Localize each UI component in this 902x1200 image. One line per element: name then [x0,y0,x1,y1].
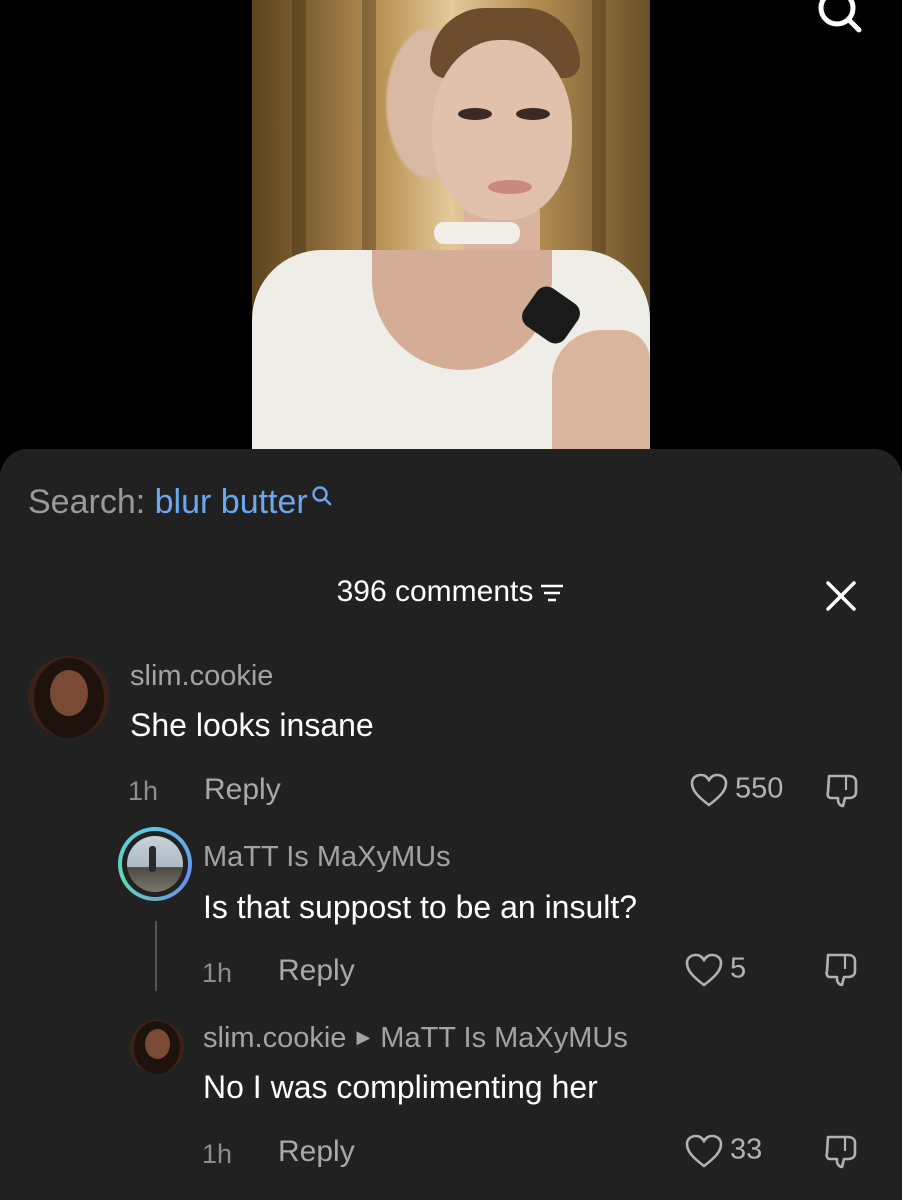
thread-line [155,921,157,991]
comment-text: No I was complimenting her [203,1069,598,1105]
avatar-face [50,670,88,716]
like-button[interactable]: 33 [684,1133,762,1169]
comments-header[interactable]: 396 comments [0,575,902,609]
search-label: Search: [28,483,146,521]
filter-lines-icon[interactable] [539,582,565,604]
like-count: 550 [735,772,784,805]
close-icon[interactable] [822,577,860,615]
video-figure-lips [488,180,532,194]
avatar[interactable] [118,827,192,901]
comment-author[interactable]: slim.cookie [203,1022,346,1054]
reply-arrow-icon: ▶ [356,1027,371,1047]
comment-time: 1h [202,1139,233,1169]
like-count: 33 [730,1133,763,1166]
like-button[interactable]: 550 [689,772,783,808]
comment-count: 396 comments [336,575,534,608]
avatar-face [145,1029,170,1059]
video-figure-eye [516,108,550,120]
reply-to-username[interactable]: MaTT Is MaXyMUs [380,1022,628,1054]
heart-icon [685,953,723,987]
like-count: 5 [730,952,747,985]
heart-icon [690,773,728,807]
like-button[interactable]: 5 [684,952,746,988]
comments-panel: Search: blur butter 396 comments slim.co… [0,449,902,1200]
reply-button[interactable]: Reply [278,954,355,988]
video-figure-choker [434,222,520,244]
comment-time: 1h [128,776,159,806]
video-figure-eye [458,108,492,120]
search-query[interactable]: blur butter [155,483,308,521]
comment-username[interactable]: slim.cookie ▶ MaTT Is MaXyMUs [203,1022,628,1055]
avatar-figure [149,846,156,872]
avatar[interactable] [130,1020,184,1074]
thumbs-down-icon[interactable] [823,770,863,810]
thumbs-down-icon[interactable] [822,949,862,989]
comment-username[interactable]: slim.cookie [130,660,273,693]
heart-icon [685,1134,723,1168]
comment-text: She looks insane [130,707,374,743]
avatar[interactable] [28,656,110,738]
comment-username[interactable]: MaTT Is MaXyMUs [203,841,451,874]
search-icon[interactable] [815,0,865,36]
video-player[interactable] [252,0,650,470]
comment-time: 1h [202,958,233,988]
comment-text: Is that suppost to be an insult? [203,889,638,925]
reply-button[interactable]: Reply [278,1135,355,1169]
thumbs-down-icon[interactable] [822,1131,862,1171]
search-icon [312,486,331,506]
reply-button[interactable]: Reply [204,773,281,807]
search-suggestion[interactable]: Search: blur butter [28,483,333,522]
